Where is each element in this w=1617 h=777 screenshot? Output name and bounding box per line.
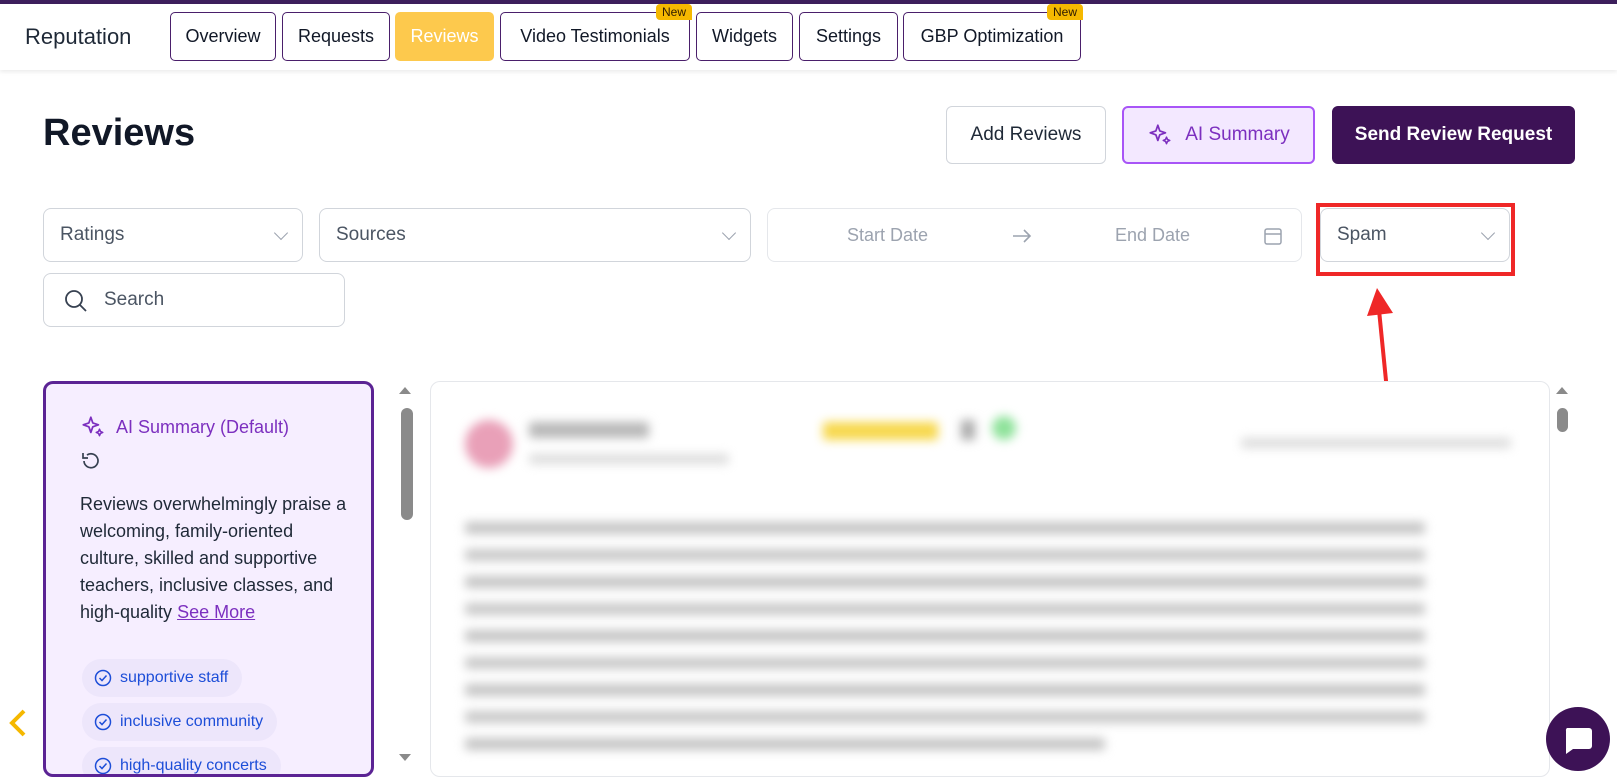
sparkle-icon xyxy=(82,416,104,437)
check-circle-icon xyxy=(94,757,112,774)
refresh-icon[interactable] xyxy=(80,450,102,472)
chat-icon xyxy=(1565,728,1592,754)
search-input[interactable] xyxy=(43,273,345,327)
tab-widgets[interactable]: Widgets xyxy=(696,12,793,61)
calendar-icon xyxy=(1264,228,1282,245)
add-reviews-button[interactable]: Add Reviews xyxy=(946,106,1106,164)
reviews-scroll-thumb[interactable] xyxy=(1557,408,1568,432)
summary-tag: supportive staff xyxy=(82,659,243,697)
rating-stars xyxy=(823,422,938,440)
start-date-field[interactable]: Start Date xyxy=(847,225,928,246)
tab-settings[interactable]: Settings xyxy=(799,12,898,61)
chat-widget-button[interactable] xyxy=(1546,707,1610,771)
chevron-down-icon xyxy=(721,225,737,241)
check-circle-icon xyxy=(94,713,112,731)
highlight-box xyxy=(1316,203,1515,276)
sparkle-icon xyxy=(1149,124,1171,145)
new-badge: New xyxy=(1046,4,1083,20)
new-badge: New xyxy=(655,4,692,20)
page-title: Reviews xyxy=(43,112,196,154)
check-circle-icon xyxy=(94,669,112,687)
tab-reviews[interactable]: Reviews xyxy=(395,12,494,61)
tab-overview[interactable]: Overview xyxy=(170,12,276,61)
summary-tag: high-quality concerts xyxy=(82,747,281,774)
arrow-right-icon xyxy=(1013,229,1032,243)
chevron-left-icon[interactable] xyxy=(8,708,28,747)
chevron-down-icon xyxy=(273,225,289,241)
summary-scroll-thumb[interactable] xyxy=(401,408,413,520)
ratings-select[interactable]: Ratings xyxy=(43,208,303,262)
ai-summary-heading: AI Summary (Default) xyxy=(80,414,289,440)
avatar xyxy=(465,420,513,468)
tab-video-testimonials[interactable]: Video Testimonials New xyxy=(500,4,692,61)
ai-summary-button[interactable]: AI Summary xyxy=(1122,106,1315,164)
end-date-field[interactable]: End Date xyxy=(1115,225,1190,246)
ai-summary-card: AI Summary (Default) Reviews overwhelmin… xyxy=(43,381,374,777)
summary-tag: inclusive community xyxy=(82,703,278,741)
reviews-scrollbar[interactable] xyxy=(1553,384,1571,764)
tab-gbp-optimization[interactable]: GBP Optimization New xyxy=(903,4,1083,61)
see-more-link[interactable]: See More xyxy=(177,602,255,622)
top-navigation: Reputation Overview Requests Reviews Vid… xyxy=(0,4,1617,70)
app-title: Reputation xyxy=(25,24,132,49)
review-card xyxy=(430,381,1550,777)
sources-select[interactable]: Sources xyxy=(319,208,751,262)
search-icon xyxy=(65,290,87,312)
tab-requests[interactable]: Requests xyxy=(282,12,390,61)
ai-summary-text: Reviews overwhelmingly praise a welcomin… xyxy=(80,494,347,622)
send-review-request-button[interactable]: Send Review Request xyxy=(1332,106,1575,164)
date-range-picker[interactable]: Start Date End Date xyxy=(767,208,1302,262)
search-field[interactable] xyxy=(104,286,324,314)
